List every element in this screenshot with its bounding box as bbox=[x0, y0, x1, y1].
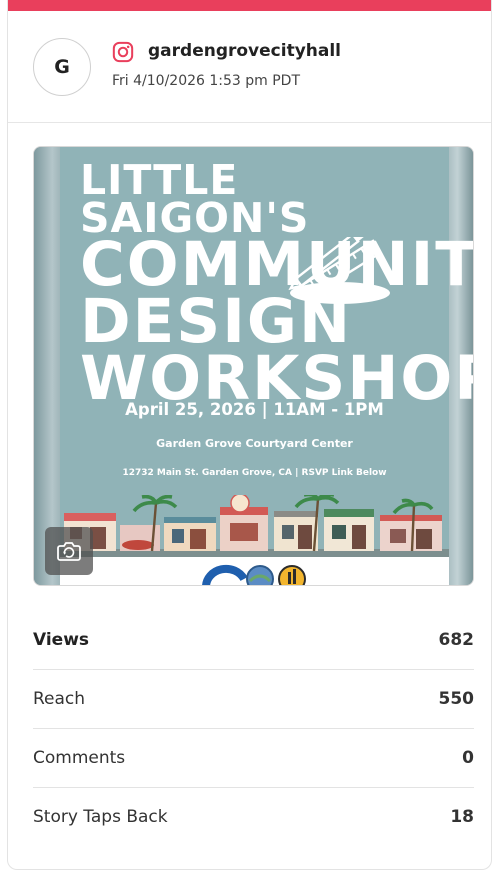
poster-date: April 25, 2026 | 11AM - 1PM bbox=[125, 400, 384, 419]
stat-value: 0 bbox=[462, 748, 474, 768]
stat-label: Views bbox=[33, 630, 90, 650]
story-media[interactable]: LITTLE SAIGON'S COMMUNITY DESIGN WORKSHO… bbox=[33, 146, 474, 586]
storefront-illustration bbox=[60, 495, 449, 557]
poster-address: 12732 Main St. Garden Grove, CA | RSVP L… bbox=[122, 468, 387, 478]
stat-value: 18 bbox=[450, 807, 474, 827]
instagram-icon bbox=[112, 41, 134, 63]
stat-row-reach: Reach 550 bbox=[33, 670, 474, 729]
stat-label: Story Taps Back bbox=[33, 807, 168, 827]
media-type-button[interactable] bbox=[45, 527, 93, 575]
poster-venue: Garden Grove Courtyard Center bbox=[156, 437, 353, 450]
pencil-ruler-icon bbox=[288, 237, 390, 304]
story-insights-card: G gardengrovecityhall Fri 4/10/2026 1:53… bbox=[7, 0, 492, 870]
stat-label: Comments bbox=[33, 748, 126, 768]
media-blur-left bbox=[34, 147, 60, 585]
poster-title-line: WORKSHOP bbox=[80, 342, 474, 414]
stat-row-views: Views 682 bbox=[33, 611, 474, 670]
post-header: G gardengrovecityhall Fri 4/10/2026 1:53… bbox=[8, 11, 491, 123]
city-logos-icon bbox=[202, 564, 306, 585]
logo-strip bbox=[60, 557, 449, 585]
camera-icon bbox=[57, 542, 81, 561]
avatar[interactable]: G bbox=[33, 38, 91, 96]
stat-row-story-taps-back: Story Taps Back 18 bbox=[33, 788, 474, 846]
accent-bar bbox=[8, 0, 491, 11]
stat-value: 682 bbox=[438, 630, 475, 650]
event-poster: LITTLE SAIGON'S COMMUNITY DESIGN WORKSHO… bbox=[60, 147, 474, 585]
account-name[interactable]: gardengrovecityhall bbox=[148, 41, 341, 61]
post-timestamp: Fri 4/10/2026 1:53 pm PDT bbox=[112, 73, 301, 89]
stat-value: 550 bbox=[438, 689, 475, 709]
stat-row-comments: Comments 0 bbox=[33, 729, 474, 788]
poster-title-line: LITTLE SAIGON'S bbox=[80, 156, 310, 243]
stat-label: Reach bbox=[33, 689, 86, 709]
stats-table: Views 682 Reach 550 Comments 0 Story Tap… bbox=[33, 611, 474, 846]
